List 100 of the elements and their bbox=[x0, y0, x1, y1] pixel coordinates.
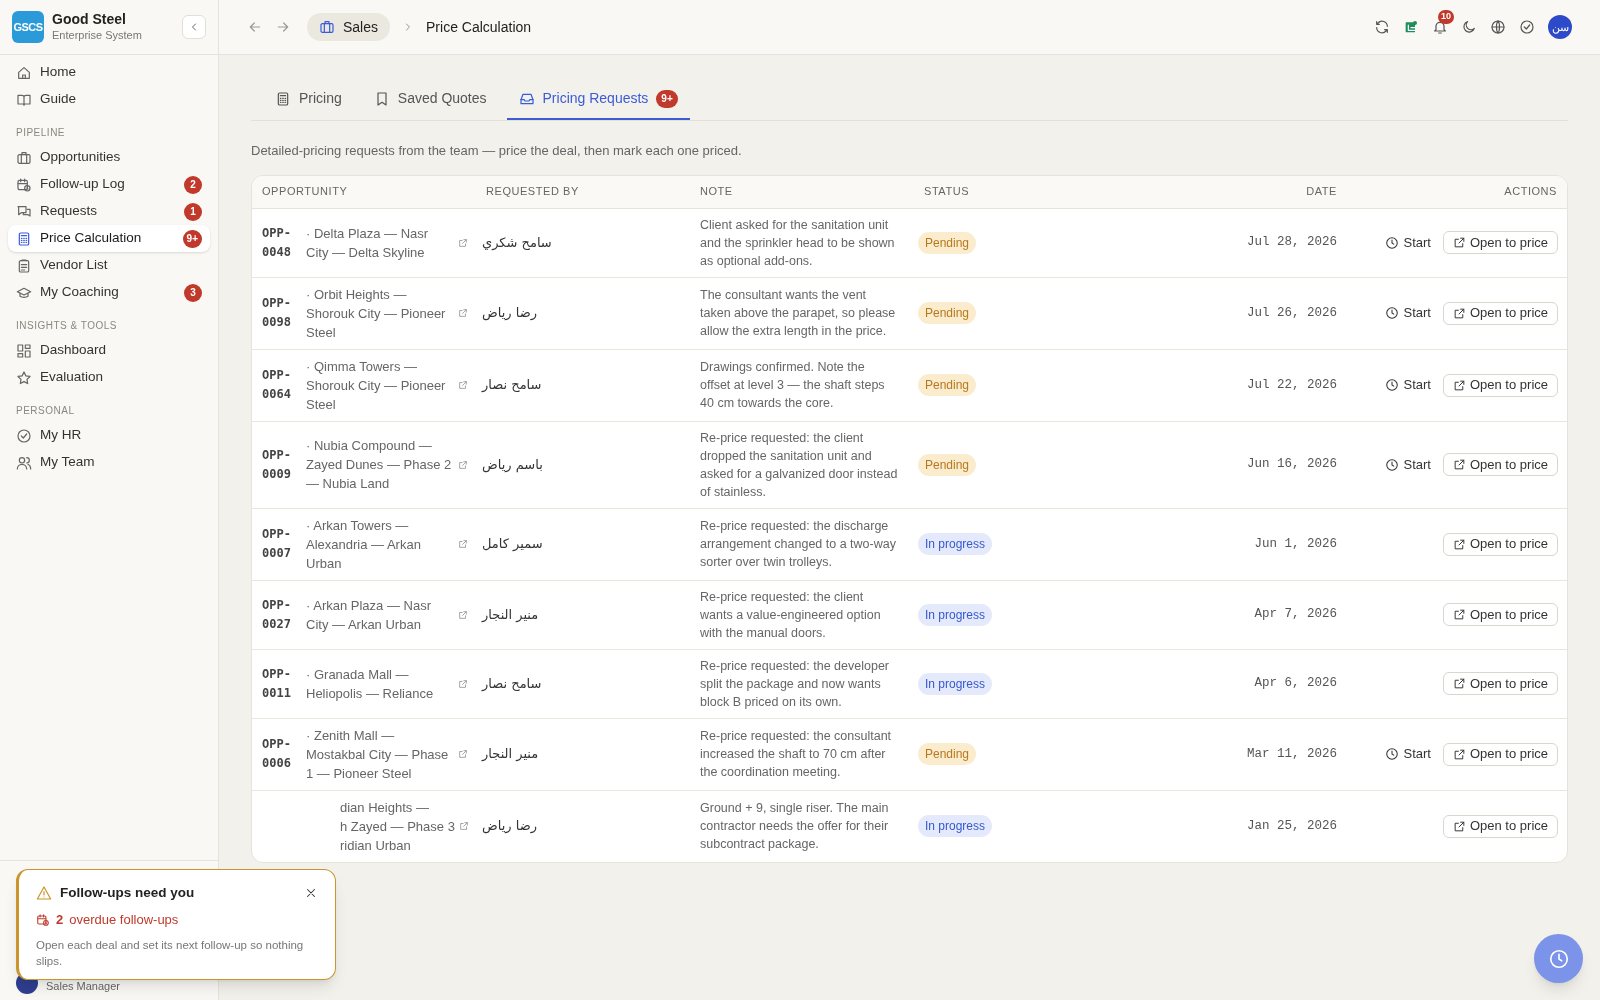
requester-name: سمير كامل bbox=[481, 535, 544, 554]
moon-icon bbox=[1461, 19, 1477, 35]
status-badge: In progress bbox=[918, 603, 993, 626]
external-link-icon bbox=[1452, 306, 1466, 320]
open-to-price-button[interactable]: Open to price bbox=[1442, 603, 1558, 626]
forward-button[interactable] bbox=[275, 19, 291, 35]
nav-section-label: PIPELINE bbox=[15, 126, 67, 140]
sidebar-item[interactable]: Home bbox=[8, 59, 210, 86]
column-header: REQUESTED BY bbox=[485, 184, 580, 200]
count-badge: 2 bbox=[184, 175, 202, 194]
open-link[interactable] bbox=[458, 237, 468, 248]
note-text: Drawings confirmed. Note the offset at level 3 — the shaft steps 40 cm towards the core. bbox=[699, 359, 886, 412]
column-header: STATUS bbox=[923, 184, 971, 200]
collapse-button[interactable] bbox=[182, 15, 206, 39]
open-link[interactable] bbox=[458, 749, 468, 759]
back-arrow-icon bbox=[247, 19, 263, 35]
overdue-link[interactable]: 2 overdue follow-ups bbox=[36, 910, 318, 930]
open-to-price-button[interactable]: Open to price bbox=[1442, 373, 1558, 397]
notifications-button[interactable] bbox=[1432, 19, 1448, 35]
back-button[interactable] bbox=[247, 19, 263, 35]
tab[interactable]: Saved Quotes bbox=[361, 79, 499, 120]
requester-name: سامح شكري bbox=[481, 233, 553, 252]
open-to-price-button[interactable]: Open to price bbox=[1442, 231, 1558, 254]
open-to-price-button[interactable]: Open to price bbox=[1442, 532, 1558, 556]
opportunity-id: OPP-0006 bbox=[262, 736, 292, 772]
clock-icon bbox=[1385, 306, 1400, 320]
start-button[interactable]: Start bbox=[1385, 744, 1431, 764]
sidebar-item[interactable]: Requests 1 bbox=[8, 198, 210, 225]
status-button[interactable] bbox=[1519, 19, 1535, 35]
check-circle-icon bbox=[1519, 19, 1535, 35]
start-button[interactable]: Start bbox=[1385, 375, 1431, 395]
open-link[interactable] bbox=[458, 459, 468, 470]
clipboard-icon bbox=[16, 257, 32, 274]
external-link-icon bbox=[1452, 458, 1466, 471]
spreadsheet-button[interactable] bbox=[1403, 19, 1419, 35]
open-link[interactable] bbox=[458, 308, 468, 318]
clock-icon bbox=[1385, 457, 1400, 472]
sidebar-item[interactable]: Price Calculation 9+ bbox=[8, 225, 210, 252]
external-link-icon bbox=[458, 459, 468, 470]
note-text: Re-price requested: the consultant increased the shaft to 70 cm after the coordination meeting. bbox=[699, 728, 893, 781]
sidebar-item[interactable]: My HR bbox=[8, 422, 210, 449]
external-link-icon bbox=[458, 821, 469, 831]
requester-name: رضا رياض bbox=[481, 817, 538, 836]
open-link[interactable] bbox=[458, 821, 469, 831]
start-button[interactable]: Start bbox=[1385, 303, 1431, 323]
external-link-icon bbox=[1452, 608, 1466, 621]
user-avatar-button[interactable]: سن bbox=[1548, 15, 1572, 39]
open-to-price-button[interactable]: Open to price bbox=[1442, 742, 1558, 766]
bell-icon bbox=[1432, 19, 1448, 35]
open-link[interactable] bbox=[458, 380, 468, 390]
date-text: Jun 1, 2026 bbox=[1253, 535, 1338, 553]
sidebar-item[interactable]: Follow-up Log 2 bbox=[8, 171, 210, 198]
open-to-price-button[interactable]: Open to price bbox=[1442, 672, 1558, 695]
refresh-button[interactable] bbox=[1374, 19, 1390, 35]
language-button[interactable] bbox=[1490, 19, 1506, 35]
tab[interactable]: Pricing bbox=[263, 79, 354, 120]
note-text: Re-price requested: the developer split the package and now wants block B priced on its own. bbox=[699, 657, 890, 711]
open-link[interactable] bbox=[458, 678, 468, 689]
toast-title: Follow-ups need you bbox=[60, 884, 196, 902]
opportunity-name: · Zenith Mall — Mostakbal City — Phase 1 — Pioneer Steel bbox=[306, 726, 450, 783]
tab[interactable]: Pricing Requests 9+ bbox=[506, 79, 690, 120]
external-link-icon bbox=[458, 539, 468, 549]
sidebar-item[interactable]: Opportunities bbox=[8, 144, 210, 171]
check-circle-icon bbox=[16, 427, 32, 444]
column-header: OPPORTUNITY bbox=[261, 184, 349, 200]
open-to-price-button[interactable]: Open to price bbox=[1442, 301, 1558, 325]
sidebar-item[interactable]: Vendor List bbox=[8, 252, 210, 279]
brand-name: Good Steel bbox=[52, 11, 127, 29]
open-link[interactable] bbox=[458, 539, 468, 549]
opportunity-id: OPP-0009 bbox=[262, 446, 292, 483]
opportunity-name: · Arkan Plaza — Nasr City — Arkan Urban bbox=[306, 596, 432, 634]
sidebar-item[interactable]: My Team bbox=[8, 449, 210, 476]
opportunity-name: · Arkan Towers — Alexandria — Arkan Urban bbox=[306, 516, 422, 573]
dashboard-icon bbox=[16, 342, 32, 359]
external-link-icon bbox=[1452, 819, 1466, 833]
external-link-icon bbox=[458, 308, 468, 318]
sidebar-item[interactable]: Dashboard bbox=[8, 337, 210, 364]
open-to-price-button[interactable]: Open to price bbox=[1442, 814, 1558, 838]
history-button[interactable] bbox=[1534, 934, 1583, 983]
status-badge: Pending bbox=[918, 231, 977, 254]
opportunity-id: OPP-0027 bbox=[262, 596, 292, 633]
requester-name: منير النجار bbox=[480, 605, 540, 624]
note-text: Client asked for the sanitation unit and the sprinkler head to be shown as optional add-ons. bbox=[699, 216, 896, 270]
start-button[interactable]: Start bbox=[1385, 454, 1431, 475]
clock-icon bbox=[1385, 235, 1400, 250]
status-badge: In progress bbox=[918, 815, 993, 837]
sidebar-item[interactable]: Evaluation bbox=[8, 364, 210, 391]
count-badge: 9+ bbox=[656, 89, 678, 108]
notification-count: 10 bbox=[1438, 10, 1454, 24]
calendar-icon bbox=[36, 913, 50, 927]
user-role: Sales Manager bbox=[46, 978, 120, 994]
start-button[interactable]: Start bbox=[1385, 232, 1431, 253]
open-link[interactable] bbox=[458, 609, 468, 620]
open-to-price-button[interactable]: Open to price bbox=[1442, 453, 1558, 476]
breadcrumb-link[interactable]: Sales bbox=[307, 13, 391, 41]
opportunity-id: OPP-0011 bbox=[262, 665, 292, 702]
sidebar-item[interactable]: Guide bbox=[8, 86, 210, 113]
status-badge: Pending bbox=[918, 302, 977, 324]
dark-mode-button[interactable] bbox=[1461, 19, 1477, 35]
sidebar-item[interactable]: My Coaching 3 bbox=[8, 279, 210, 306]
